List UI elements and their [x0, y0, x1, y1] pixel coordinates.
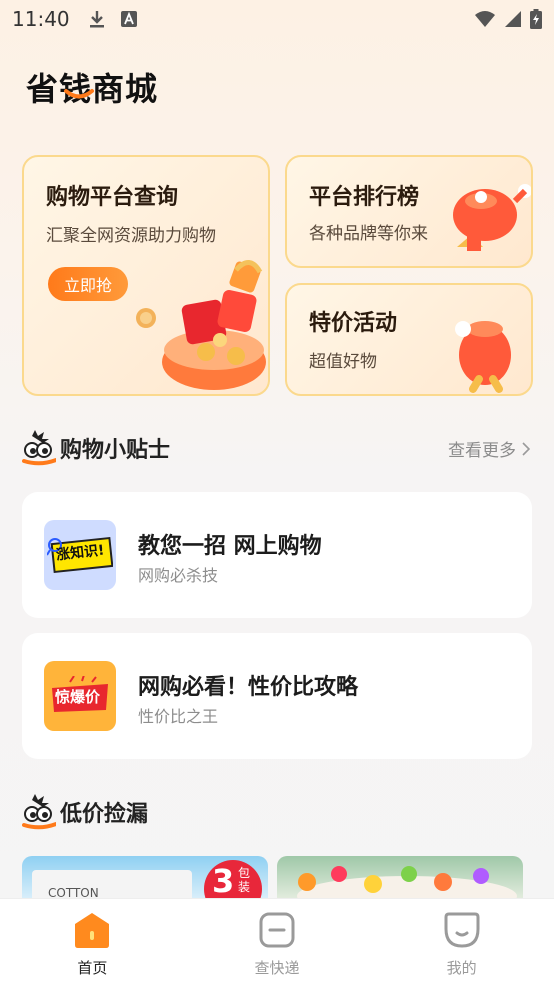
app-title: 省钱商城 — [26, 70, 159, 108]
low-price-section-title: 低价捡漏 — [60, 802, 149, 827]
gift-box-illustration — [136, 260, 266, 390]
signal-icon — [505, 11, 521, 27]
tip-subtitle-knowledge: 网购必杀技 — [138, 566, 219, 585]
wifi-icon — [475, 11, 495, 27]
view-more-label: 查看更多 — [448, 441, 516, 461]
tip-thumb-value: 惊爆价 — [44, 661, 116, 731]
battery-icon — [530, 9, 542, 29]
ranking-card[interactable]: 平台排行榜 各种品牌等你来 — [285, 155, 533, 268]
product-image-candy — [297, 866, 517, 902]
nav-item-mine[interactable]: 我的 — [369, 899, 554, 984]
view-more-link[interactable]: 查看更多 — [448, 436, 530, 461]
nav-label-mine: 我的 — [446, 959, 477, 977]
chevron-right-icon — [522, 441, 530, 456]
product-card-cotton[interactable]: COTTON 3 包装 — [22, 856, 268, 902]
deals-mascot-illustration — [455, 321, 511, 393]
platform-query-subtitle: 汇聚全网资源助力购物 — [46, 226, 216, 246]
tips-section-title: 购物小贴士 — [60, 438, 171, 463]
platform-query-card[interactable]: 购物平台查询 汇聚全网资源助力购物 立即抢 — [22, 155, 270, 396]
title-smile-mark — [64, 89, 94, 99]
product-card-candy[interactable] — [277, 856, 523, 902]
tip-title-value: 网购必看！性价比攻略 — [138, 675, 359, 700]
tips-section-header: 购物小贴士 — [22, 430, 170, 466]
eyes-mascot-icon — [22, 430, 56, 466]
bottom-nav: 首页 查快递 我的 — [0, 898, 554, 984]
ranking-subtitle: 各种品牌等你来 — [309, 224, 428, 244]
status-bar: 11:40 — [0, 0, 554, 38]
eyes-mascot-icon — [22, 794, 56, 830]
deals-card[interactable]: 特价活动 超值好物 — [285, 283, 533, 396]
tip-thumb-knowledge: 涨知识! — [44, 520, 116, 590]
nav-item-express[interactable]: 查快递 — [185, 899, 370, 984]
product-badge-number: 3 — [212, 862, 235, 900]
product-badge-sub: 包装 — [238, 866, 251, 894]
nav-item-home[interactable]: 首页 — [0, 899, 185, 984]
grab-now-button[interactable]: 立即抢 — [48, 267, 128, 301]
platform-query-title: 购物平台查询 — [46, 185, 179, 210]
download-icon — [89, 11, 104, 28]
express-box-icon — [259, 912, 295, 948]
tip-card-knowledge[interactable]: 涨知识! 教您一招 网上购物 网购必杀技 — [22, 492, 532, 618]
tip-title-knowledge: 教您一招 网上购物 — [138, 534, 322, 559]
deals-title: 特价活动 — [309, 311, 398, 336]
notification-icons — [88, 9, 138, 29]
ranking-title: 平台排行榜 — [309, 185, 420, 210]
value-thumb-text: 惊爆价 — [55, 688, 101, 706]
product-badge: 3 包装 — [204, 860, 262, 902]
deals-subtitle: 超值好物 — [309, 352, 377, 372]
status-time: 11:40 — [12, 7, 70, 31]
nav-label-home: 首页 — [77, 959, 108, 977]
nav-label-express: 查快递 — [254, 959, 300, 977]
ranking-mascot-illustration — [453, 184, 531, 251]
home-icon — [75, 913, 110, 948]
system-icons — [474, 9, 542, 29]
tip-subtitle-value: 性价比之王 — [138, 707, 219, 726]
tip-card-value[interactable]: 惊爆价 网购必看！性价比攻略 性价比之王 — [22, 633, 532, 759]
profile-face-icon — [444, 912, 480, 948]
font-app-icon — [120, 11, 137, 27]
low-price-section-header: 低价捡漏 — [22, 794, 148, 830]
